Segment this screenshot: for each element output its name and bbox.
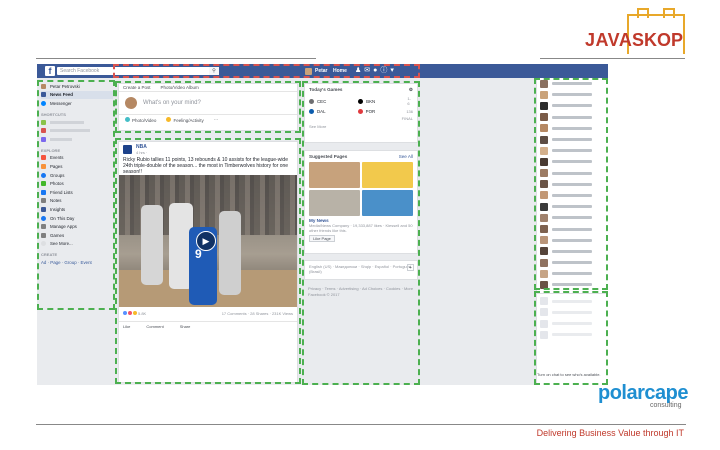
polarcape-subtitle: consulting xyxy=(650,402,682,409)
top-rule xyxy=(36,58,316,59)
highlight-right-column xyxy=(302,81,420,385)
bottom-rule xyxy=(36,424,686,425)
logo-skop-text: SKOP xyxy=(632,30,684,50)
highlight-composer xyxy=(115,81,301,133)
highlight-topbar xyxy=(113,64,420,78)
top-rule-right xyxy=(540,58,685,59)
highlight-chat-online xyxy=(534,78,608,290)
facebook-logo[interactable]: f xyxy=(45,66,55,76)
polarcape-logo: polarcape consulting xyxy=(598,382,688,409)
chat-caption: Turn on chat to see who's available. xyxy=(537,372,601,377)
javaskop-logo: JAVA SKOP xyxy=(585,8,685,54)
highlight-feed xyxy=(115,138,301,384)
logo-java-text: JAVA xyxy=(585,30,633,50)
slide-tagline: Delivering Business Value through IT xyxy=(536,428,684,438)
highlight-left-nav xyxy=(37,80,115,310)
highlight-chat-offline xyxy=(534,291,608,385)
facebook-screenshot: f Search Facebook ⚲ Petar Home ♟ ✉ ● ⓘ ▾… xyxy=(37,64,608,385)
